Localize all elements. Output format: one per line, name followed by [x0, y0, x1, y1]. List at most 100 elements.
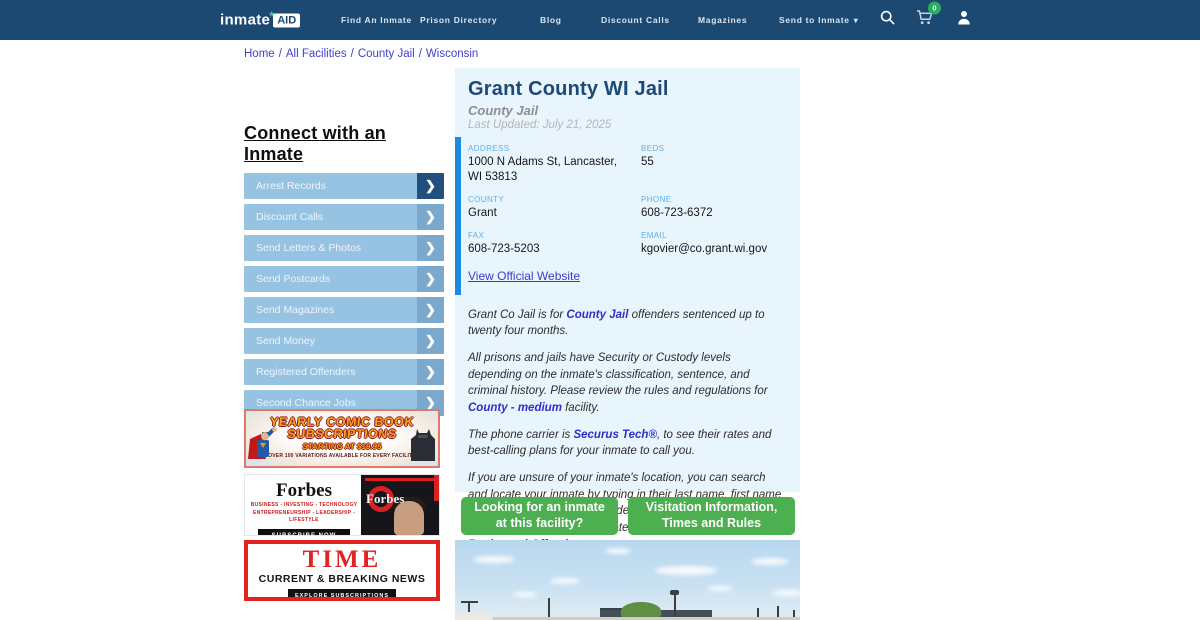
facility-photo [455, 540, 800, 620]
sidebar-item-arrest-records[interactable]: Arrest Records ❯ [244, 173, 444, 199]
breadcrumb-separator: / [418, 48, 422, 60]
time-logo: TIME [302, 546, 382, 573]
county-value: Grant [468, 206, 497, 219]
top-navbar: inmate * AID Find An Inmate Prison Direc… [0, 0, 1200, 40]
sidebar-item-discount-calls[interactable]: Discount Calls ❯ [244, 204, 444, 230]
breadcrumb-home[interactable]: Home [244, 48, 275, 60]
chevron-right-icon: ❯ [417, 328, 444, 354]
ad-comic-book-subscriptions[interactable]: YEARLY COMIC BOOK SUBSCRIPTIONS STARTING… [244, 409, 440, 468]
inmateaid-logo[interactable]: inmate * AID [220, 9, 301, 29]
light-pole [674, 592, 676, 620]
cloud [707, 586, 733, 591]
nav-item-blog[interactable]: Blog [540, 15, 562, 25]
field-label: ADDRESS [468, 144, 510, 153]
cart-count-badge: 0 [928, 1, 941, 15]
address-value: 1000 N Adams St, Lancaster, WI 53813 [468, 156, 617, 183]
field-county: COUNTY Grant [468, 195, 641, 221]
sidebar-item-label: Arrest Records [256, 180, 327, 192]
sidebar-item-label: Send Money [256, 335, 315, 347]
sidebar-item-label: Registered Offenders [256, 366, 356, 378]
chevron-right-icon: ❯ [417, 266, 444, 292]
light-fixture [670, 590, 679, 595]
securus-tech-link[interactable]: Securus Tech® [573, 429, 656, 441]
sidebar-item-registered-offenders[interactable]: Registered Offenders ❯ [244, 359, 444, 385]
search-icon[interactable] [880, 10, 895, 30]
cart-icon[interactable]: 0 [916, 1, 941, 31]
fax-value: 608-723-5203 [468, 242, 540, 255]
field-email: EMAIL kgovier@co.grant.wi.gov [641, 231, 790, 257]
nav-item-find-an-inmate[interactable]: Find An Inmate [341, 15, 412, 25]
breadcrumb-wisconsin[interactable]: Wisconsin [426, 48, 478, 60]
inmate-search-button[interactable]: Looking for an inmate at this facility? [461, 497, 618, 535]
nav-item-discount-calls[interactable]: Discount Calls [601, 15, 670, 25]
county-medium-link[interactable]: County - medium [468, 402, 562, 414]
county-jail-link[interactable]: County Jail [566, 309, 628, 321]
breadcrumb-separator: / [278, 48, 282, 60]
field-label: COUNTY [468, 194, 505, 204]
p3-text: The phone carrier is [468, 428, 574, 441]
cloud [655, 566, 717, 575]
nav-item-magazines[interactable]: Magazines [698, 15, 747, 25]
visitation-info-button[interactable]: Visitation Information, Times and Rules [628, 497, 795, 535]
paragraph-2: All prisons and jails have Security or C… [468, 350, 787, 417]
nav-item-prison-directory[interactable]: Prison Directory [420, 15, 497, 25]
ad-time-subscription[interactable]: TIME CURRENT & BREAKING NEWS EXPLORE SUB… [244, 540, 440, 601]
p2-text-2: facility. [561, 402, 600, 415]
sidebar-item-send-magazines[interactable]: Send Magazines ❯ [244, 297, 444, 323]
cloud [605, 548, 631, 554]
batman-illustration [410, 425, 436, 466]
page-title: Grant County WI Jail [468, 78, 669, 100]
user-account-icon[interactable] [957, 10, 971, 30]
breadcrumb-all-facilities[interactable]: All Facilities [286, 48, 347, 60]
sidebar-item-label: Discount Calls [256, 211, 324, 223]
time-explore-button[interactable]: EXPLORE SUBSCRIPTIONS [288, 589, 396, 597]
connect-sidebar: Connect with an Inmate Arrest Records ❯ … [244, 123, 444, 421]
paragraph-1: Grant Co Jail is for County Jail offende… [468, 307, 787, 340]
logo-text: inmate [220, 11, 271, 29]
cover-top-banner [365, 478, 435, 481]
superman-illustration [248, 427, 280, 466]
phone-value: 608-723-6372 [641, 206, 713, 219]
cloud [773, 590, 800, 596]
sidebar-item-send-postcards[interactable]: Send Postcards ❯ [244, 266, 444, 292]
breadcrumb-separator: / [350, 48, 354, 60]
official-website-link[interactable]: View Official Website [468, 269, 580, 283]
last-updated: Last Updated: July 21, 2025 [468, 119, 612, 131]
sidebar-item-label: Send Letters & Photos [256, 242, 362, 254]
forbes-subscribe-button[interactable]: SUBSCRIBE NOW [258, 528, 350, 535]
facility-type: County Jail [468, 103, 539, 118]
send-to-inmate-label: Send to Inmate [779, 15, 850, 25]
p2-text: All prisons and jails have Security or C… [468, 352, 768, 398]
field-label: BEDS [641, 144, 665, 153]
breadcrumb-county-jail[interactable]: County Jail [358, 48, 415, 60]
facility-info-block: ADDRESS 1000 N Adams St, Lancaster, WI 5… [455, 137, 800, 295]
chevron-right-icon: ❯ [417, 204, 444, 230]
cover-forbes-title: Forbes [366, 491, 405, 506]
field-fax: FAX 608-723-5203 [468, 231, 641, 257]
chevron-right-icon: ❯ [417, 173, 444, 199]
forbes-ad-left: Forbes BUSINESS - INVESTING - TECHNOLOGY… [245, 475, 363, 535]
forbes-tagline-2: ENTREPRENEURSHIP - LEADERSHIP - LIFESTYL… [253, 509, 355, 524]
forbes-magazine-cover: Forbes [361, 475, 439, 535]
forbes-tagline-1: BUSINESS - INVESTING - TECHNOLOGY [250, 502, 358, 508]
breadcrumb: Home / All Facilities / County Jail / Wisconsi… [244, 48, 478, 60]
field-phone: PHONE 608-723-6372 [641, 195, 790, 221]
logo-aid-badge: AID [273, 13, 301, 27]
paragraph-3: The phone carrier is Securus Tech®, to s… [468, 427, 787, 460]
p1-text: Grant Co Jail is for [468, 308, 567, 321]
chevron-right-icon: ❯ [417, 235, 444, 261]
email-value: kgovier@co.grant.wi.gov [641, 242, 768, 255]
cloud [550, 578, 580, 584]
cover-side-strip [434, 475, 439, 501]
sidebar-item-send-letters-photos[interactable]: Send Letters & Photos ❯ [244, 235, 444, 261]
sidebar-item-send-money[interactable]: Send Money ❯ [244, 328, 444, 354]
cloud [751, 558, 789, 565]
cloud [473, 556, 515, 563]
chevron-right-icon: ❯ [417, 359, 444, 385]
nav-item-send-to-inmate[interactable]: Send to Inmate ▾ [779, 15, 858, 25]
time-tagline: CURRENT & BREAKING NEWS [258, 573, 426, 585]
chevron-right-icon: ❯ [417, 297, 444, 323]
field-beds: BEDS 55 [641, 144, 790, 185]
cloud [513, 592, 537, 597]
ad-forbes-subscription[interactable]: Forbes BUSINESS - INVESTING - TECHNOLOGY… [244, 474, 440, 536]
